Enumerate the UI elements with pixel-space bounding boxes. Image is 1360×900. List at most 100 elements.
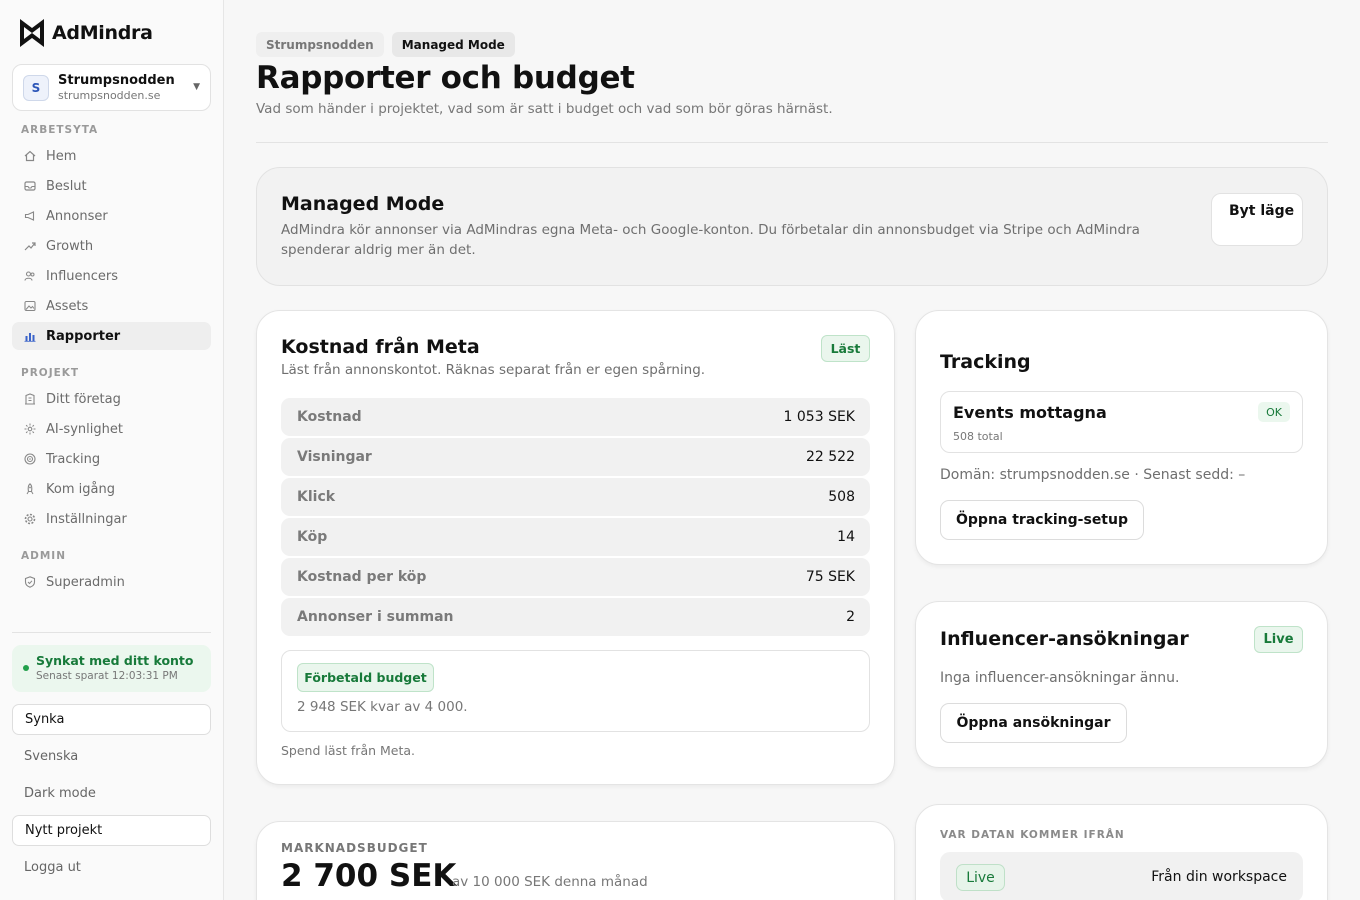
sidebar-item-influencers[interactable]: Influencers [12, 262, 211, 290]
sidebar-item-ditt-foretag[interactable]: Ditt företag [12, 385, 211, 413]
image-icon [23, 300, 36, 313]
trend-up-icon [23, 240, 36, 253]
data-source-row: Live Från din workspace [940, 852, 1303, 900]
metric-row: Klick 508 [281, 478, 870, 516]
brand-name: AdMindra [52, 22, 153, 44]
metric-label: Klick [297, 489, 336, 505]
sidebar-item-beslut[interactable]: Beslut [12, 172, 211, 200]
sidebar-item-label: Assets [46, 298, 89, 314]
marketing-budget-label: MARKNADSBUDGET [281, 841, 428, 855]
section-label-project: PROJEKT [21, 367, 80, 379]
switch-mode-button[interactable]: Byt läge [1211, 193, 1303, 246]
sidebar-item-label: Superadmin [46, 574, 125, 590]
metric-label: Köp [297, 529, 328, 545]
managed-mode-description: AdMindra kör annonser via AdMindras egna… [281, 222, 1140, 258]
marketing-budget-suffix: av 10 000 SEK denna månad [452, 874, 648, 890]
sidebar-item-tracking[interactable]: Tracking [12, 445, 211, 473]
sidebar-item-growth[interactable]: Growth [12, 232, 211, 260]
users-icon [23, 270, 36, 283]
sidebar-item-label: Kom igång [46, 481, 115, 497]
sidebar-item-installningar[interactable]: Inställningar [12, 505, 211, 533]
logout-link[interactable]: Logga ut [24, 860, 81, 875]
prepaid-budget-box: Förbetald budget 2 948 SEK kvar av 4 000… [281, 650, 870, 732]
metric-row: Köp 14 [281, 518, 870, 556]
metric-value: 75 SEK [805, 569, 855, 585]
sidebar-item-rapporter[interactable]: Rapporter [12, 322, 211, 350]
prepaid-budget-tag: Förbetald budget [297, 663, 434, 692]
metric-label: Kostnad per köp [297, 569, 427, 585]
metric-value: 14 [837, 529, 855, 545]
sparkle-icon [23, 423, 36, 436]
sidebar-item-kom-igang[interactable]: Kom igång [12, 475, 211, 503]
metric-value: 1 053 SEK [783, 409, 855, 425]
events-total: 508 total [953, 430, 1003, 443]
sidebar-divider [12, 632, 211, 633]
header-divider [256, 142, 1328, 143]
rocket-icon [23, 483, 36, 496]
metric-value: 2 [846, 609, 855, 625]
workspace-avatar: S [23, 74, 49, 101]
marketing-budget-card: MARKNADSBUDGET 2 700 SEK av 10 000 SEK d… [256, 821, 895, 900]
managed-mode-title: Managed Mode [281, 193, 445, 215]
chevron-down-icon: ▼ [193, 82, 200, 92]
language-toggle[interactable]: Svenska [24, 749, 78, 764]
metric-value: 508 [828, 489, 855, 505]
data-source-card: VAR DATAN KOMMER IFRÅN Live Från din wor… [915, 804, 1328, 900]
events-received-box: Events mottagna OK 508 total [940, 391, 1303, 453]
building-icon [23, 393, 36, 406]
sidebar-item-label: Beslut [46, 178, 87, 194]
metric-label: Annonser i summan [297, 609, 454, 625]
sync-status-title: Synkat med ditt konto [36, 653, 194, 668]
sidebar-item-assets[interactable]: Assets [12, 292, 211, 320]
sidebar-item-ai-synlighet[interactable]: AI-synlighet [12, 415, 211, 443]
new-project-button[interactable]: Nytt projekt [12, 815, 211, 846]
sync-status: Synkat med ditt konto Senast sparat 12:0… [12, 645, 211, 692]
sidebar-item-label: Rapporter [46, 328, 121, 344]
status-dot [23, 665, 29, 671]
inbox-icon [23, 180, 36, 193]
sidebar-item-annonser[interactable]: Annonser [12, 202, 211, 230]
tracking-domain-line: Domän: strumpsnodden.se · Senast sedd: – [940, 467, 1246, 483]
open-tracking-setup-button[interactable]: Öppna tracking-setup [940, 500, 1144, 540]
marketing-budget-value: 2 700 SEK [281, 858, 457, 894]
status-badge: Live [956, 864, 1005, 891]
breadcrumb: Strumpsnodden Managed Mode [256, 32, 515, 57]
influencer-title: Influencer-ansökningar [940, 628, 1189, 650]
status-badge: Live [1254, 626, 1303, 653]
shield-icon [23, 576, 36, 589]
influencer-applications-card: Influencer-ansökningar Live Inga influen… [915, 601, 1328, 768]
data-source-label: VAR DATAN KOMMER IFRÅN [940, 829, 1125, 841]
metric-row: Kostnad per köp 75 SEK [281, 558, 870, 596]
sidebar-item-label: Annonser [46, 208, 108, 224]
tracking-card: Tracking Events mottagna OK 508 total Do… [915, 310, 1328, 565]
page-subtitle: Vad som händer i projektet, vad som är s… [256, 101, 833, 117]
sidebar-item-label: Growth [46, 238, 94, 254]
section-label-workspace: ARBETSYTA [21, 124, 99, 136]
breadcrumb-item-project[interactable]: Strumpsnodden [256, 32, 384, 57]
admindra-logo-icon [20, 19, 44, 47]
dark-mode-toggle[interactable]: Dark mode [24, 786, 96, 801]
sidebar-item-label: Influencers [46, 268, 119, 284]
metric-value: 22 522 [806, 449, 855, 465]
home-icon [23, 150, 36, 163]
sidebar-item-label: Inställningar [46, 511, 127, 527]
metric-row: Annonser i summan 2 [281, 598, 870, 636]
workspace-domain: strumpsnodden.se [58, 89, 161, 102]
breadcrumb-item-mode[interactable]: Managed Mode [391, 32, 515, 57]
tracking-title: Tracking [940, 351, 1031, 373]
sidebar-item-superadmin[interactable]: Superadmin [12, 568, 211, 596]
megaphone-icon [23, 210, 36, 223]
events-title: Events mottagna [953, 403, 1107, 422]
section-label-admin: ADMIN [21, 550, 66, 562]
brand-logo[interactable]: AdMindra [20, 19, 153, 47]
workspace-switcher[interactable]: S Strumpsnodden strumpsnodden.se ▼ [12, 64, 211, 111]
bar-chart-icon [23, 330, 36, 343]
sidebar-item-label: Tracking [46, 451, 101, 467]
page-title: Rapporter och budget [256, 60, 635, 96]
sidebar-item-label: Ditt företag [46, 391, 121, 407]
meta-cost-card: Kostnad från Meta Läst från annonskontot… [256, 310, 895, 785]
open-applications-button[interactable]: Öppna ansökningar [940, 703, 1127, 743]
sidebar-item-hem[interactable]: Hem [12, 142, 211, 170]
sync-button[interactable]: Synka [12, 704, 211, 735]
meta-cost-subtitle: Läst från annonskontot. Räknas separat f… [281, 362, 706, 378]
